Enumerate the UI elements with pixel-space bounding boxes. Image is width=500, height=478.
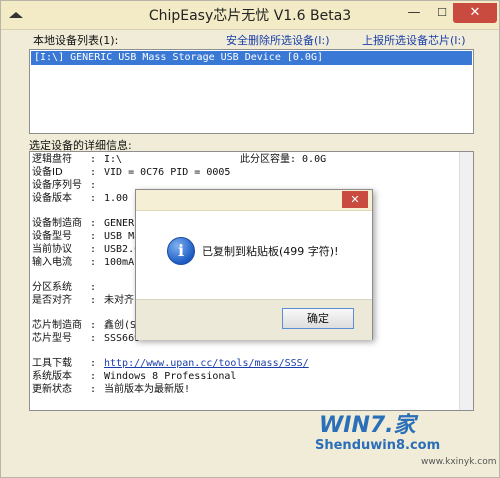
detail-row: 分区系统: [32, 282, 97, 293]
details-scrollbar[interactable] [459, 152, 473, 410]
device-list-label: 本地设备列表(1): [33, 34, 119, 47]
maximize-button[interactable]: ☐ [429, 3, 455, 23]
detail-row: 芯片制造商: 鑫创(S [32, 320, 137, 331]
dialog-footer: 确定 [136, 299, 372, 340]
detail-row: 逻辑盘符: I:\ [32, 154, 123, 165]
report-chip-link[interactable]: 上报所选设备芯片(I:) [362, 32, 466, 48]
dialog-title-bar[interactable]: ✕ [136, 190, 372, 211]
watermark-logo: WIN7.家 [319, 413, 416, 438]
detail-row: 芯片型号: SSS669 [32, 333, 141, 344]
safe-remove-link[interactable]: 安全删除所选设备(I:) [226, 32, 330, 48]
dialog-body: i 已复制到粘贴板(499 字符)! [136, 211, 372, 299]
detail-row: 输入电流:100mA [32, 257, 135, 268]
detail-row: 设备型号: USB Ma [32, 231, 141, 242]
partition-capacity: 此分区容量: 0.0G [240, 154, 327, 165]
detail-row: 设备序列号: [32, 180, 97, 191]
detail-row: 工具下载: http://www.upan.cc/tools/mass/SSS/ [32, 358, 309, 369]
ok-button[interactable]: 确定 [282, 308, 354, 329]
watermark-url: www.kxinyk.com [421, 457, 497, 467]
device-list[interactable]: [I:\] GENERIC USB Mass Storage USB Devic… [29, 49, 474, 134]
detail-row: 是否对齐: 未对齐 [32, 295, 134, 306]
title-bar[interactable]: ChipEasy芯片无忧 V1.6 Beta3 — ☐ ✕ [1, 1, 499, 30]
info-icon: i [167, 237, 195, 265]
detail-row: 更新状态: 当前版本为最新版! [32, 384, 191, 395]
device-list-item[interactable]: [I:\] GENERIC USB Mass Storage USB Devic… [31, 51, 472, 65]
tool-download-link[interactable]: http://www.upan.cc/tools/mass/SSS/ [104, 358, 309, 369]
detail-row: 设备ID: VID = 0C76 PID = 0005 [32, 167, 231, 178]
close-button[interactable]: ✕ [453, 3, 497, 23]
copy-confirm-dialog: ✕ i 已复制到粘贴板(499 字符)! 确定 [135, 189, 373, 340]
minimize-button[interactable]: — [401, 3, 427, 23]
dialog-close-button[interactable]: ✕ [342, 191, 368, 208]
watermark-site: Shenduwin8.com [315, 438, 441, 453]
detail-row: 当前协议: USB2.0 [32, 244, 141, 255]
detail-row: 系统版本: Windows 8 Professional [32, 371, 237, 382]
detail-row: 设备版本:1.00 [32, 193, 129, 204]
dialog-message: 已复制到粘贴板(499 字符)! [202, 245, 339, 258]
detail-row: 设备制造商: GENERI [32, 218, 141, 229]
